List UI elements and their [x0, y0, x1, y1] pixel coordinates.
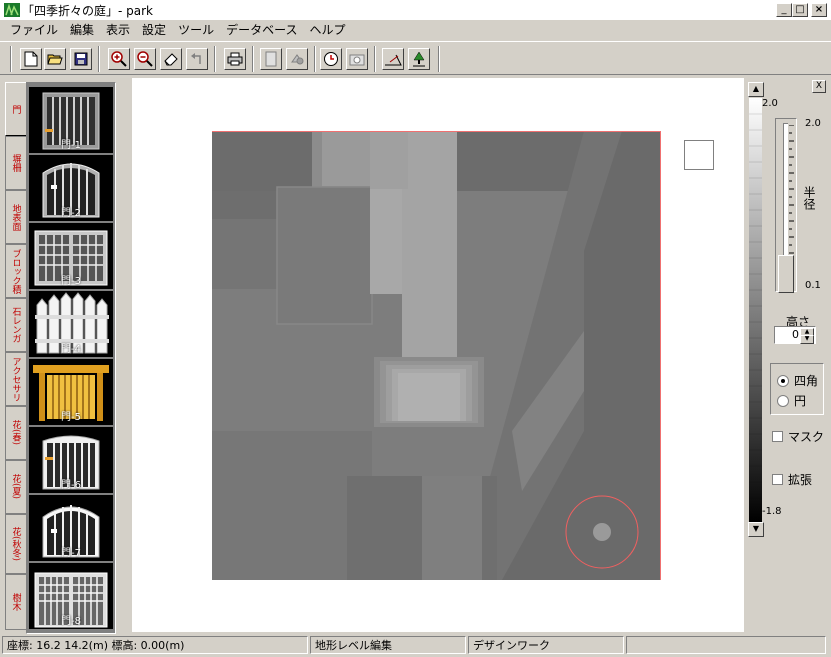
radius-label: 半径	[802, 186, 816, 210]
terrain-canvas[interactable]	[132, 78, 744, 632]
tab-gate[interactable]: 門	[5, 82, 26, 136]
maximize-icon[interactable]: □	[792, 3, 808, 17]
height-spinner[interactable]: 0 ▲ ▼	[774, 326, 816, 344]
height-gradient	[749, 98, 762, 522]
menu-view[interactable]: 表示	[100, 20, 136, 40]
category-tabs: 門 塀柵 地表面 ブロック積 石レンガ アクセサリ 花(春) 花(夏) 花(秋冬…	[5, 82, 26, 632]
thumb-gate-2[interactable]: 門-2	[29, 155, 113, 223]
menu-settings[interactable]: 設定	[136, 20, 172, 40]
thumb-gate-3[interactable]: 門-3	[29, 223, 113, 291]
print-icon[interactable]	[224, 48, 246, 70]
page-icon[interactable]	[260, 48, 282, 70]
tool-panel: X ▲ ▼ 2.0 -1.8 2.0 半径 0.1 高さ 0 ▲ ▼ 四角 円 …	[744, 78, 831, 632]
tab-flower-autumn-winter[interactable]: 花(秋冬)	[5, 514, 26, 574]
undo-icon[interactable]	[186, 48, 208, 70]
tab-fence[interactable]: 塀柵	[5, 136, 26, 190]
radio-off-icon	[777, 394, 789, 407]
menu-bar: ファイル 編集 表示 設定 ツール データベース ヘルプ	[0, 20, 831, 40]
radius-max-label: 2.0	[805, 118, 821, 129]
tab-flower-spring[interactable]: 花(春)	[5, 406, 26, 460]
tab-flower-summer[interactable]: 花(夏)	[5, 460, 26, 514]
minimize-icon[interactable]: _	[776, 3, 792, 17]
zoom-in-icon[interactable]	[108, 48, 130, 70]
brush-shape-group: 四角 円	[770, 363, 824, 415]
tree-person-icon[interactable]	[408, 48, 430, 70]
clock-icon[interactable]	[320, 48, 342, 70]
checkbox-icon	[772, 431, 783, 442]
eraser-icon[interactable]	[160, 48, 182, 70]
window-title: 「四季折々の庭」- park	[22, 4, 153, 18]
menu-database[interactable]: データベース	[220, 20, 303, 40]
thumb-gate-7[interactable]: 門-7	[29, 495, 113, 563]
shape-circle-radio[interactable]: 円	[777, 392, 806, 409]
thumb-gate-5[interactable]: 門-5	[29, 359, 113, 427]
height-value[interactable]: 0	[792, 328, 799, 341]
preview-box	[684, 140, 714, 170]
menu-tools[interactable]: ツール	[172, 20, 220, 40]
terrain-tool-icon[interactable]	[382, 48, 404, 70]
tab-block-wall[interactable]: ブロック積	[5, 244, 26, 298]
thumb-gate-1[interactable]: 門-1	[29, 87, 113, 155]
thumb-gate-4[interactable]: 門-4	[29, 291, 113, 359]
status-work: デザインワーク	[468, 636, 624, 654]
scale-top-label: 2.0	[762, 98, 778, 109]
radius-slider-thumb[interactable]	[778, 255, 794, 293]
status-coordinates: 座標: 16.2 14.2(m) 標高: 0.00(m)	[2, 636, 308, 654]
title-bar: 「四季折々の庭」- park _ □ ×	[0, 0, 831, 20]
3d-view-icon[interactable]	[286, 48, 308, 70]
status-bar: 座標: 16.2 14.2(m) 標高: 0.00(m) 地形レベル編集 デザイ…	[0, 634, 831, 657]
tab-trees[interactable]: 樹木	[5, 574, 26, 630]
toolbar	[0, 41, 831, 75]
radius-slider[interactable]	[775, 118, 797, 293]
mask-checkbox[interactable]: マスク	[772, 428, 824, 445]
tab-accessory[interactable]: アクセサリ	[5, 352, 26, 406]
thumb-gate-6[interactable]: 門-6	[29, 427, 113, 495]
close-icon[interactable]: ×	[811, 3, 827, 17]
scale-up-icon[interactable]: ▲	[748, 82, 764, 97]
zoom-out-icon[interactable]	[134, 48, 156, 70]
status-extra	[626, 636, 826, 654]
shape-square-radio[interactable]: 四角	[777, 372, 818, 389]
item-palette: 門-1 門-2 門-3 門-4 門-5 門-6 門-7 門-8	[26, 82, 116, 634]
radius-min-label: 0.1	[805, 280, 821, 291]
tab-ground-surface[interactable]: 地表面	[5, 190, 26, 244]
camera-icon[interactable]	[346, 48, 368, 70]
app-icon	[4, 3, 20, 17]
tab-stone-brick[interactable]: 石レンガ	[5, 298, 26, 352]
expand-checkbox[interactable]: 拡張	[772, 471, 812, 488]
thumb-gate-8[interactable]: 門-8	[29, 563, 113, 631]
menu-file[interactable]: ファイル	[4, 20, 64, 40]
terrain-heightmap[interactable]	[212, 131, 661, 580]
scale-bottom-label: -1.8	[762, 506, 782, 517]
radius-slider-group: 2.0 半径 0.1	[775, 116, 825, 294]
radio-on-icon	[777, 374, 789, 387]
menu-edit[interactable]: 編集	[64, 20, 100, 40]
save-icon[interactable]	[70, 48, 92, 70]
open-folder-icon[interactable]	[44, 48, 66, 70]
scale-down-icon[interactable]: ▼	[748, 522, 764, 537]
menu-help[interactable]: ヘルプ	[303, 20, 351, 40]
spin-down-icon[interactable]: ▼	[800, 335, 814, 344]
new-file-icon[interactable]	[20, 48, 42, 70]
checkbox-icon	[772, 474, 783, 485]
panel-close-icon[interactable]: X	[812, 80, 826, 93]
height-scale: ▲ ▼	[748, 82, 764, 537]
status-mode: 地形レベル編集	[310, 636, 466, 654]
